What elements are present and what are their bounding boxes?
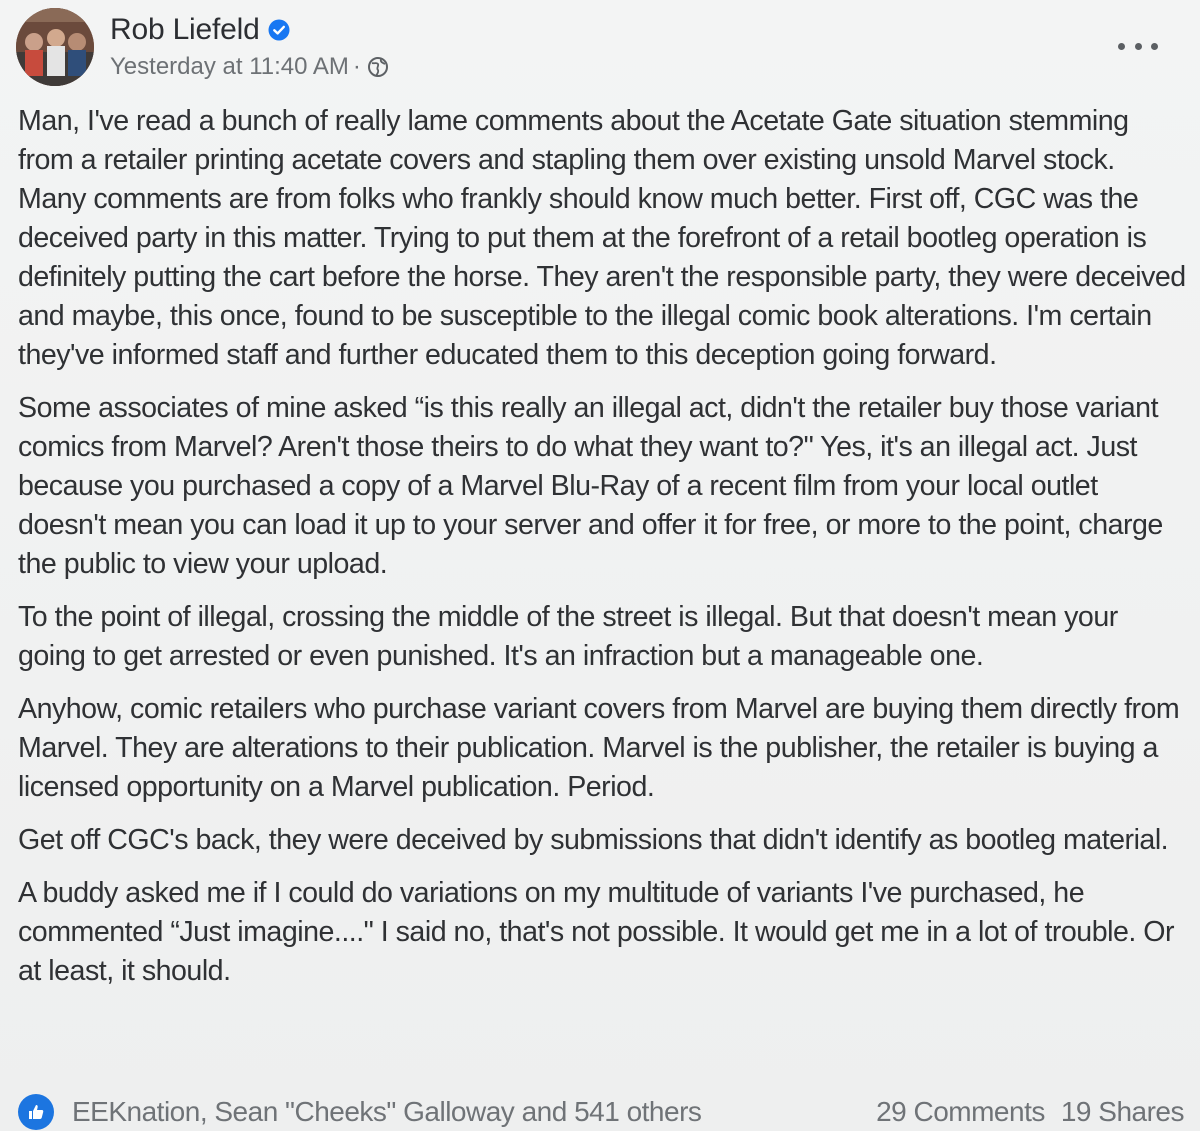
engagement-counts: 29 Comments 19 Shares	[860, 1096, 1184, 1128]
author-name[interactable]: Rob Liefeld	[110, 13, 260, 47]
post-paragraph: To the point of illegal, crossing the mi…	[18, 601, 1118, 672]
comments-count[interactable]: 29 Comments	[876, 1096, 1045, 1128]
post-paragraph: Man, I've read a bunch of really lame co…	[18, 105, 1186, 371]
post-paragraph: Anyhow, comic retailers who purchase var…	[18, 693, 1180, 803]
post-paragraph: A buddy asked me if I could do variation…	[18, 877, 1175, 987]
more-options-button[interactable]	[1118, 38, 1158, 54]
post-timestamp[interactable]: Yesterday at 11:40 AM	[110, 53, 349, 81]
post-paragraph: Get off CGC's back, they were deceived b…	[18, 824, 1169, 856]
author-block: Rob Liefeld Yesterday at 11:40 AM ·	[110, 12, 389, 82]
post-header: Rob Liefeld Yesterday at 11:40 AM ·	[16, 8, 1184, 88]
like-icon	[18, 1094, 54, 1130]
post-paragraph: Some associates of mine asked “is this r…	[18, 392, 1163, 580]
shares-count[interactable]: 19 Shares	[1061, 1096, 1185, 1128]
avatar-photo	[16, 8, 94, 86]
globe-icon	[367, 56, 389, 78]
verified-badge-icon	[268, 19, 290, 41]
more-options-icon	[1151, 42, 1158, 50]
facebook-post: Rob Liefeld Yesterday at 11:40 AM · Man,…	[0, 0, 1200, 1131]
reactions-summary[interactable]: EEKnation, Sean "Cheeks" Galloway and 54…	[72, 1096, 860, 1128]
post-footer: EEKnation, Sean "Cheeks" Galloway and 54…	[18, 1092, 1185, 1131]
avatar[interactable]	[16, 8, 94, 86]
meta-separator: ·	[352, 53, 361, 80]
post-body: Man, I've read a bunch of really lame co…	[18, 102, 1188, 1005]
more-options-icon	[1134, 42, 1142, 50]
more-options-icon	[1118, 42, 1125, 50]
